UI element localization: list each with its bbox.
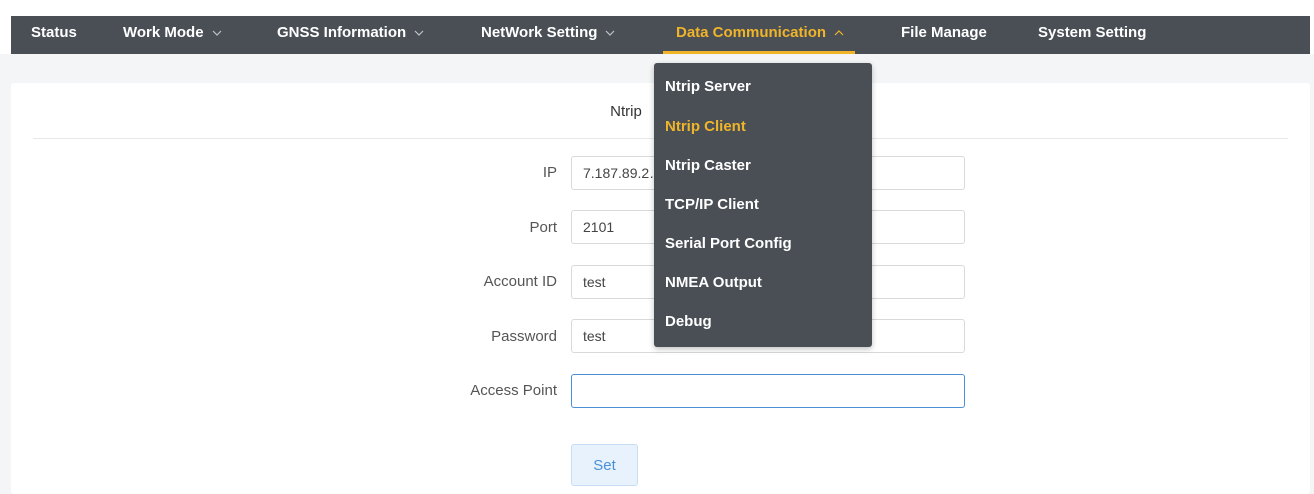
nav-network-setting[interactable]: NetWork Setting bbox=[481, 16, 615, 54]
menu-item-ntrip-caster[interactable]: Ntrip Caster bbox=[665, 157, 751, 174]
nav-data-communication[interactable]: Data Communication bbox=[663, 16, 856, 54]
menu-item-ntrip-server[interactable]: Ntrip Server bbox=[665, 78, 751, 95]
nav-data-communication-label: Data Communication bbox=[676, 24, 827, 41]
menu-item-tcp-ip-client[interactable]: TCP/IP Client bbox=[665, 196, 759, 213]
nav-work-mode-label: Work Mode bbox=[123, 24, 204, 41]
nav-network-setting-label: NetWork Setting bbox=[481, 24, 598, 41]
nav-gnss-information[interactable]: GNSS Information bbox=[277, 16, 424, 54]
chevron-up-icon bbox=[834, 30, 844, 36]
nav-status-label: Status bbox=[31, 24, 77, 41]
nav-file-manage-label: File Manage bbox=[901, 24, 987, 41]
set-button[interactable]: Set bbox=[571, 444, 638, 486]
menu-item-nmea-output[interactable]: NMEA Output bbox=[665, 274, 762, 291]
nav-system-setting[interactable]: System Setting bbox=[1038, 16, 1146, 54]
access-point-field[interactable] bbox=[571, 374, 965, 408]
top-strip bbox=[0, 0, 1314, 16]
account-id-label: Account ID bbox=[483, 273, 557, 290]
chevron-down-icon bbox=[414, 30, 424, 36]
menu-item-ntrip-client[interactable]: Ntrip Client bbox=[665, 118, 746, 135]
menu-item-serial-port-config[interactable]: Serial Port Config bbox=[665, 235, 792, 252]
port-label: Port bbox=[529, 219, 557, 236]
nav-system-setting-label: System Setting bbox=[1038, 24, 1147, 41]
nav-work-mode[interactable]: Work Mode bbox=[123, 16, 222, 54]
chevron-down-icon bbox=[605, 30, 615, 36]
card-title: Ntrip bbox=[610, 103, 642, 120]
nav-status[interactable]: Status bbox=[31, 16, 77, 54]
nav-gnss-information-label: GNSS Information bbox=[277, 24, 407, 41]
ip-label: IP bbox=[542, 164, 557, 181]
access-point-label: Access Point bbox=[470, 382, 557, 399]
data-communication-dropdown: Ntrip Server Ntrip Client Ntrip Caster T… bbox=[654, 63, 872, 347]
password-label: Password bbox=[491, 328, 557, 345]
top-navbar: Status Work Mode GNSS Information NetWor… bbox=[11, 16, 1310, 54]
chevron-down-icon bbox=[212, 30, 221, 36]
menu-item-debug[interactable]: Debug bbox=[665, 313, 712, 330]
nav-file-manage[interactable]: File Manage bbox=[901, 16, 987, 54]
